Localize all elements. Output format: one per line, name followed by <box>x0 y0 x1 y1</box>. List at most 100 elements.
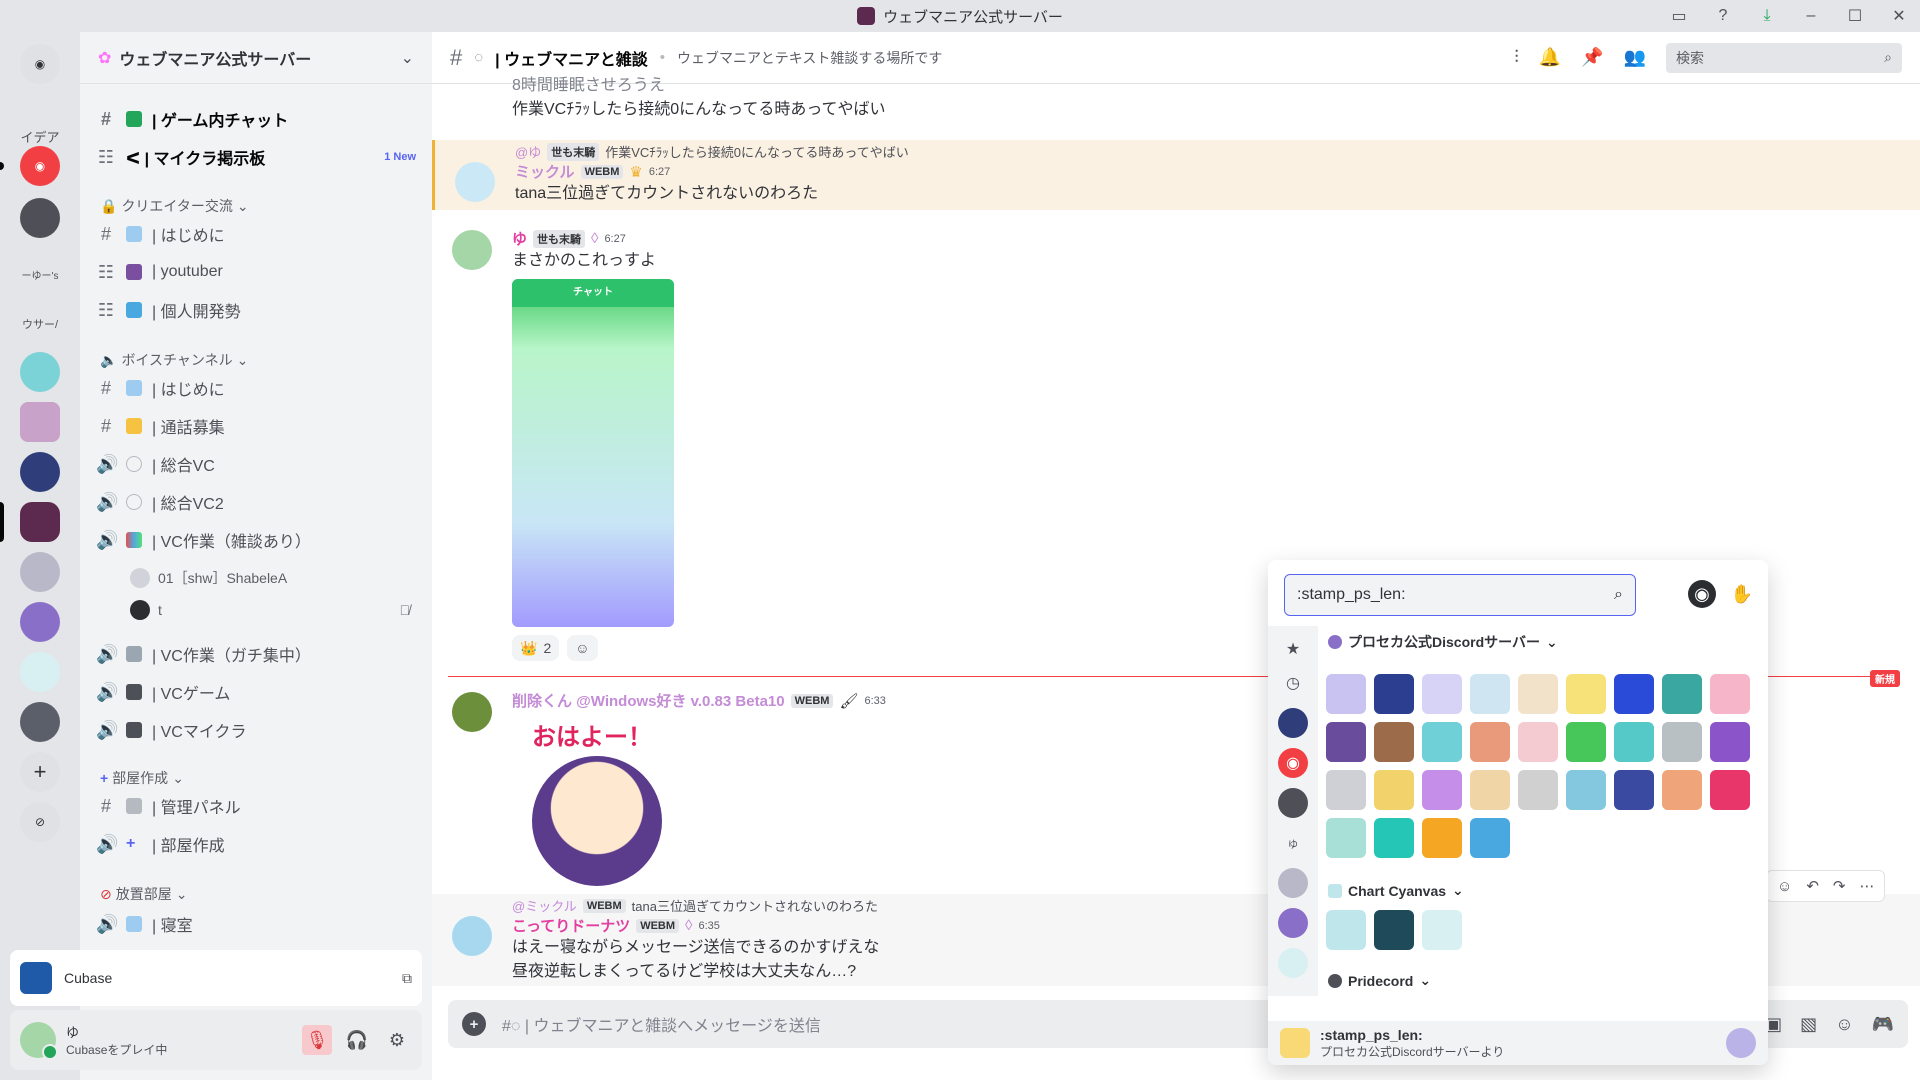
add-reaction-icon[interactable]: ☺ <box>1777 878 1792 895</box>
members-icon[interactable]: 👥 <box>1624 47 1646 68</box>
emoji-search-input[interactable]: :stamp_ps_len: ⌕ <box>1284 574 1636 616</box>
avatar[interactable] <box>452 230 492 270</box>
emoji-icon[interactable]: ☺ <box>1835 1014 1853 1035</box>
emoji-item[interactable] <box>1662 770 1702 810</box>
sticker-icon[interactable]: ▧ <box>1800 1014 1817 1035</box>
channel-indie-dev[interactable]: ☷ | 個人開発勢 <box>96 294 416 326</box>
server-label-usa[interactable]: ウサー/ <box>16 304 64 344</box>
voice-user-shabelea[interactable]: 01［shw］ShabeleA <box>130 568 287 588</box>
maximize-button[interactable]: ☐ <box>1844 6 1866 26</box>
server-label-yuu[interactable]: ーゆー's <box>16 254 64 294</box>
server-avatar-3[interactable] <box>20 402 60 442</box>
discord-home-icon[interactable]: ◉ <box>20 44 60 84</box>
channel-youtuber[interactable]: ☷ | youtuber <box>96 256 416 288</box>
inbox-icon[interactable]: ▭ <box>1668 6 1690 26</box>
server-avatar-7[interactable] <box>20 652 60 692</box>
attach-plus-icon[interactable]: + <box>462 1012 486 1036</box>
server-avatar-4[interactable] <box>1278 708 1308 738</box>
emoji-section-header[interactable]: プロセカ公式Discordサーバー ⌄ <box>1328 632 1558 652</box>
emoji-item[interactable] <box>1662 674 1702 714</box>
channel-vc-focus[interactable]: 🔊 | VC作業（ガチ集中） <box>96 638 416 670</box>
activities-icon[interactable]: 🎮 <box>1872 1014 1894 1035</box>
attached-image[interactable]: チャット <box>512 279 674 627</box>
emoji-item[interactable] <box>1614 674 1654 714</box>
channel-general-vc[interactable]: 🔊 | 総合VC <box>96 448 416 480</box>
headphones-icon[interactable]: 🎧 <box>342 1025 372 1055</box>
server-avatar-1[interactable] <box>20 198 60 238</box>
emoji-item[interactable] <box>1326 674 1366 714</box>
server-avatar-text[interactable]: ゆ <box>1278 828 1308 858</box>
server-avatar-4[interactable] <box>20 452 60 492</box>
message-mickle[interactable]: @ゆ 世も末騎 作業VCﾁﾗｯしたら接続0にんなってる時あってやばい ミックル … <box>432 140 1920 210</box>
minimize-button[interactable]: – <box>1800 7 1822 25</box>
emoji-item[interactable] <box>1518 674 1558 714</box>
favorites-star-icon[interactable]: ★ <box>1278 634 1308 664</box>
emoji-item[interactable] <box>1518 770 1558 810</box>
user-name[interactable]: 削除くん @Windows好き v.0.83 Beta10 <box>512 690 785 711</box>
server-avatar-5[interactable] <box>20 552 60 592</box>
emoji-item[interactable] <box>1470 818 1510 858</box>
sticker-image[interactable] <box>532 756 662 886</box>
reply-preview[interactable]: @ミックル WEBM tana三位過ぎてカウントされないのわろた <box>512 896 879 915</box>
emoji-item[interactable] <box>1710 770 1750 810</box>
emoji-item[interactable] <box>1470 674 1510 714</box>
channel-hajimeni-1[interactable]: # | はじめに <box>96 218 416 250</box>
emoji-item[interactable] <box>1662 722 1702 762</box>
channel-vc-minecraft[interactable]: 🔊 | VCマイクラ <box>96 714 416 746</box>
close-button[interactable]: ✕ <box>1888 6 1910 26</box>
search-input[interactable]: 検索 ⌕ <box>1666 42 1902 73</box>
emoji-item[interactable] <box>1566 674 1606 714</box>
avatar[interactable] <box>452 692 492 732</box>
channel-room-create[interactable]: 🔊 + | 部屋作成 <box>96 828 416 860</box>
emoji-item[interactable] <box>1326 910 1366 950</box>
channel-minecraft-board[interactable]: ☷ ᐸ | マイクラ掲示板 1 New <box>96 141 416 173</box>
category-creator[interactable]: 🔒 クリエイター交流 ⌄ <box>100 196 249 216</box>
gear-icon[interactable]: ⚙ <box>382 1025 412 1055</box>
server-avatar-webmania[interactable] <box>20 502 60 542</box>
emoji-item[interactable] <box>1710 722 1750 762</box>
forward-icon[interactable]: ↷ <box>1833 877 1846 895</box>
discord-server-icon[interactable]: ◉ <box>20 146 60 186</box>
emoji-item[interactable] <box>1374 910 1414 950</box>
bell-icon[interactable]: 🔔 <box>1539 47 1561 68</box>
avatar[interactable] <box>20 1022 58 1060</box>
add-server-icon[interactable]: + <box>20 752 60 792</box>
channel-general-vc2[interactable]: 🔊 | 総合VC2 <box>96 486 416 518</box>
discord-server-icon[interactable]: ◉ <box>1278 748 1308 778</box>
channel-bedroom[interactable]: 🔊 | 寝室 <box>96 908 416 940</box>
emoji-item[interactable] <box>1422 770 1462 810</box>
download-icon[interactable]: ⤓ <box>1756 7 1778 25</box>
emoji-item[interactable] <box>1326 770 1366 810</box>
user-name[interactable]: ゆ <box>512 228 527 249</box>
channel-topic[interactable]: ウェブマニアとテキスト雑談する場所です <box>677 48 942 68</box>
emoji-section-header[interactable]: Pridecord ⌄ <box>1328 972 1431 989</box>
user-names[interactable]: ゆ Cubaseをプレイ中 <box>66 1022 167 1058</box>
voice-user-t[interactable]: t 🎙̸ <box>130 600 410 620</box>
emoji-item[interactable] <box>1518 722 1558 762</box>
server-avatar-8[interactable] <box>20 702 60 742</box>
channel-voice-hajimeni[interactable]: # | はじめに <box>96 372 416 404</box>
server-avatar-7[interactable] <box>1278 948 1308 978</box>
category-voice[interactable]: 🔈 ボイスチャンネル ⌄ <box>100 350 248 370</box>
emoji-item[interactable] <box>1326 722 1366 762</box>
emoji-item[interactable] <box>1422 722 1462 762</box>
server-avatar-6[interactable] <box>20 602 60 642</box>
channel-admin-panel[interactable]: # | 管理パネル <box>96 790 416 822</box>
mic-muted-icon[interactable]: 🎙 <box>302 1025 332 1055</box>
stream-icon[interactable]: ⧉ <box>402 970 412 987</box>
emoji-item[interactable] <box>1470 770 1510 810</box>
server-avatar-2[interactable] <box>20 352 60 392</box>
channel-vc-work-chat[interactable]: 🔊 | VC作業（雑談あり） <box>96 524 416 556</box>
reply-icon[interactable]: ↶ <box>1806 877 1819 895</box>
emoji-item[interactable] <box>1326 818 1366 858</box>
help-icon[interactable]: ? <box>1712 7 1734 25</box>
emoji-item[interactable] <box>1422 674 1462 714</box>
emoji-item[interactable] <box>1374 818 1414 858</box>
channel-game-chat[interactable]: # | ゲーム内チャット <box>96 103 416 135</box>
channel-call-recruit[interactable]: # | 通話募集 <box>96 410 416 442</box>
threads-icon[interactable]: ⫶ <box>1514 47 1519 68</box>
emoji-item[interactable] <box>1710 674 1750 714</box>
recent-clock-icon[interactable]: ◷ <box>1278 668 1308 698</box>
emoji-item[interactable] <box>1374 674 1414 714</box>
emoji-item[interactable] <box>1614 722 1654 762</box>
